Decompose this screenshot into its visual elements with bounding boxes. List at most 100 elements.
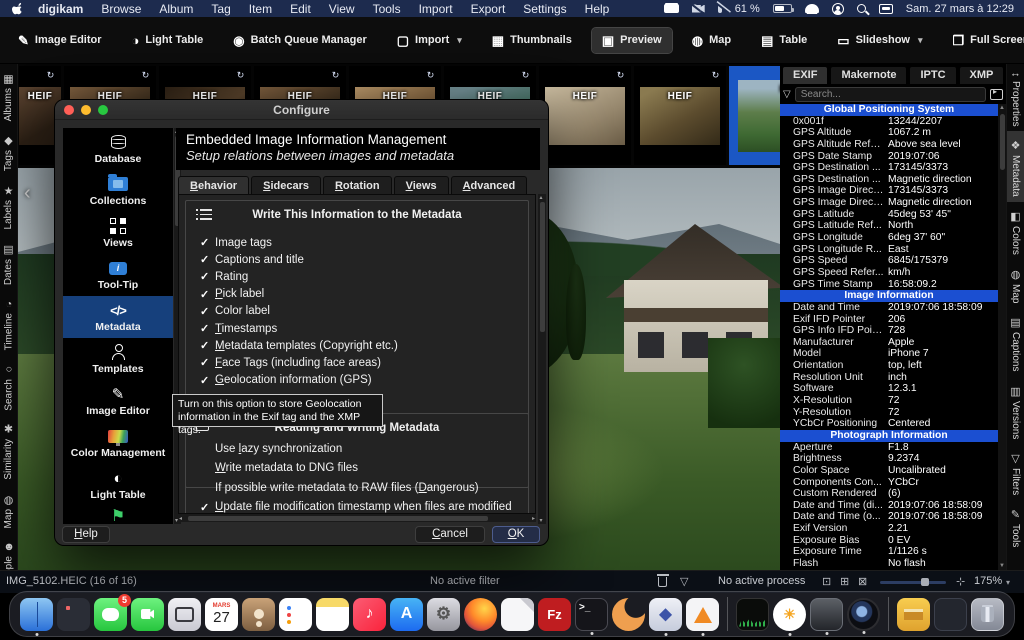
dock-activity-icon[interactable] bbox=[736, 598, 769, 631]
toolbar-table-button[interactable]: ▤Table bbox=[751, 28, 817, 53]
sidebar-tab-dates[interactable]: Dates▤ bbox=[0, 235, 17, 290]
toolbar-preview-button[interactable]: ▣Preview bbox=[592, 28, 672, 53]
metadata-row[interactable]: GPS Latitude45deg 53' 45" bbox=[780, 209, 998, 221]
dropdown-caret-icon[interactable]: ▾ bbox=[457, 35, 462, 46]
metadata-row[interactable]: ModeliPhone 7 bbox=[780, 348, 998, 360]
metadata-row[interactable]: Brightness9.2374 bbox=[780, 453, 998, 465]
dock-filezilla-icon[interactable]: Fz bbox=[538, 598, 571, 631]
dock-weather-icon[interactable]: ☀ bbox=[773, 598, 806, 631]
previous-image-chevron-icon[interactable]: ‹ bbox=[24, 182, 31, 205]
menu-export[interactable]: Export bbox=[462, 2, 515, 16]
spotlight-search-icon[interactable] bbox=[857, 4, 866, 13]
metadata-tab-exif[interactable]: EXIF bbox=[782, 66, 828, 84]
metadata-row[interactable]: GPS Longitude R...East bbox=[780, 244, 998, 256]
config-page-tool-tip[interactable]: iTool-Tip bbox=[63, 254, 173, 296]
metadata-row[interactable]: Orientationtop, left bbox=[780, 360, 998, 372]
open-tools-icon[interactable] bbox=[990, 89, 1003, 100]
config-page-templates[interactable]: Templates bbox=[63, 338, 173, 380]
metadata-row[interactable]: Date and Time (di...2019:07:06 18:58:09 bbox=[780, 500, 998, 512]
checkbox-color-label[interactable]: ✓Color label bbox=[200, 304, 270, 319]
apple-logo-icon[interactable] bbox=[12, 2, 25, 15]
checkbox-geolocation-information-gps[interactable]: ✓Geolocation information (GPS) bbox=[200, 373, 372, 388]
metadata-row[interactable]: GPS Image Direct...Magnetic direction bbox=[780, 197, 998, 209]
metadata-row[interactable]: GPS Altitude1067.2 m bbox=[780, 127, 998, 139]
metadata-row[interactable]: Components Con...YCbCr bbox=[780, 477, 998, 489]
checkbox-rating[interactable]: ✓Rating bbox=[200, 269, 248, 284]
toolbar-batch-queue-manager-button[interactable]: ◉Batch Queue Manager bbox=[223, 28, 376, 53]
dock-virtualbox-icon[interactable]: ◆ bbox=[649, 598, 682, 631]
dock-notes-icon[interactable] bbox=[316, 598, 349, 631]
menu-item[interactable]: Item bbox=[240, 2, 281, 16]
rotate-overlay-icon[interactable]: ↻ bbox=[614, 69, 627, 82]
fit-selection-icon[interactable]: ⊠ bbox=[858, 575, 867, 588]
metadata-row[interactable]: GPS Speed Refer...km/h bbox=[780, 267, 998, 279]
camera-off-icon[interactable] bbox=[692, 5, 705, 13]
filter-funnel-icon[interactable]: ▽ bbox=[783, 89, 791, 100]
menu-help[interactable]: Help bbox=[576, 2, 619, 16]
checkbox-use-lazy-synchronization[interactable]: Use lazy synchronization bbox=[200, 441, 342, 456]
dock-contacts-icon[interactable] bbox=[242, 598, 275, 631]
dock-screenshot-icon[interactable] bbox=[168, 598, 201, 631]
config-page-color-management[interactable]: Color Management bbox=[63, 422, 173, 464]
config-page-light-table[interactable]: ◐Light Table bbox=[63, 464, 173, 506]
sidebar-tab-similarity[interactable]: Similarity✱ bbox=[0, 415, 17, 485]
checkbox-update-file-modification-timestamp-when-files-are-modified[interactable]: ✓Update file modification timestamp when… bbox=[200, 500, 512, 515]
sidebar-tab-properties[interactable]: ↕Properties bbox=[1008, 64, 1024, 131]
rotate-overlay-icon[interactable]: ↻ bbox=[709, 69, 722, 82]
sidebar-tab-albums[interactable]: Albums▦ bbox=[0, 64, 17, 126]
mic-off-icon[interactable] bbox=[718, 5, 722, 13]
menu-tag[interactable]: Tag bbox=[202, 2, 239, 16]
metadata-row[interactable]: Exposure Time1/1126 s bbox=[780, 546, 998, 558]
metadata-row[interactable]: ManufacturerApple bbox=[780, 337, 998, 349]
config-page-collections[interactable]: Collections bbox=[63, 170, 173, 212]
fit-window-icon[interactable]: ⊞ bbox=[840, 575, 849, 588]
checkbox-write-metadata-to-dng-files[interactable]: Write metadata to DNG files bbox=[200, 461, 358, 476]
menubar-clock[interactable]: Sam. 27 mars à 12:29 bbox=[906, 3, 1014, 15]
config-page-metadata[interactable]: </>Metadata bbox=[63, 296, 173, 338]
metadata-row[interactable]: GPS Time Stamp16:58:09.2 bbox=[780, 279, 998, 291]
dropdown-caret-icon[interactable]: ▾ bbox=[918, 35, 923, 46]
config-page-database[interactable]: Database bbox=[63, 128, 173, 170]
rotate-overlay-icon[interactable]: ↻ bbox=[329, 69, 342, 82]
dock-messages-icon[interactable]: 5 bbox=[94, 598, 127, 631]
dock-package-icon[interactable] bbox=[897, 598, 930, 631]
menu-digikam[interactable]: digikam bbox=[29, 2, 92, 16]
dock-finder-icon[interactable] bbox=[20, 598, 53, 631]
thumbnail[interactable]: HEIF↻ bbox=[634, 66, 726, 165]
help-button[interactable]: Help bbox=[62, 526, 110, 543]
menu-tools[interactable]: Tools bbox=[364, 2, 410, 16]
metadata-row[interactable]: Exif Version2.21 bbox=[780, 523, 998, 535]
dock-calendar-icon[interactable]: MARS27 bbox=[205, 598, 238, 631]
dock-firefox-icon[interactable] bbox=[464, 598, 497, 631]
metadata-row[interactable]: FlashNo flash bbox=[780, 558, 998, 570]
cancel-button[interactable]: Cancel bbox=[415, 526, 485, 543]
dock-music-icon[interactable]: ♪ bbox=[353, 598, 386, 631]
sidebar-tab-people[interactable]: People☻ bbox=[1, 533, 17, 570]
dialog-tab-rotation[interactable]: Rotation bbox=[323, 176, 392, 195]
metadata-row[interactable]: ApertureF1.8 bbox=[780, 442, 998, 454]
dialog-horizontal-scrollbar[interactable] bbox=[178, 514, 536, 522]
metadata-row[interactable]: Color SpaceUncalibrated bbox=[780, 465, 998, 477]
sidebar-tab-map[interactable]: Map◍ bbox=[0, 485, 17, 533]
checkbox-metadata-templates-copyright-etc[interactable]: ✓Metadata templates (Copyright etc.) bbox=[200, 338, 398, 353]
sidebar-tab-map[interactable]: ◍Map bbox=[1007, 260, 1024, 308]
checkbox-if-possible-write-metadata-to-raw-files-dangerous[interactable]: If possible write metadata to RAW files … bbox=[200, 480, 479, 495]
settings-gear-icon[interactable]: ⊡ bbox=[822, 575, 831, 588]
toolbar-map-button[interactable]: ◍Map bbox=[682, 28, 741, 53]
metadata-row[interactable]: Resolution Unitinch bbox=[780, 372, 998, 384]
dock-document-icon[interactable] bbox=[501, 598, 534, 631]
metadata-row[interactable]: Date and Time (o...2019:07:06 18:58:09 bbox=[780, 511, 998, 523]
ok-button[interactable]: OK bbox=[492, 526, 540, 543]
metadata-row[interactable]: GPS Longitude6deg 37' 60" bbox=[780, 232, 998, 244]
wifi-icon[interactable] bbox=[805, 4, 819, 14]
dock-trash-icon[interactable] bbox=[971, 598, 1004, 631]
toolbar-light-table-button[interactable]: ◑Light Table bbox=[122, 28, 214, 53]
filters-icon[interactable]: ▽ bbox=[680, 575, 688, 588]
sidebar-tab-labels[interactable]: Labels★ bbox=[0, 176, 17, 234]
config-page-views[interactable]: Views bbox=[63, 212, 173, 254]
metadata-row[interactable]: GPS Latitude Ref...North bbox=[780, 220, 998, 232]
dialog-tab-behavior[interactable]: Behavior bbox=[178, 176, 249, 195]
dialog-tab-advanced[interactable]: Advanced bbox=[451, 176, 528, 195]
checkbox-pick-label[interactable]: ✓Pick label bbox=[200, 287, 264, 302]
metadata-row[interactable]: 0x001f13244/2207 bbox=[780, 116, 998, 128]
